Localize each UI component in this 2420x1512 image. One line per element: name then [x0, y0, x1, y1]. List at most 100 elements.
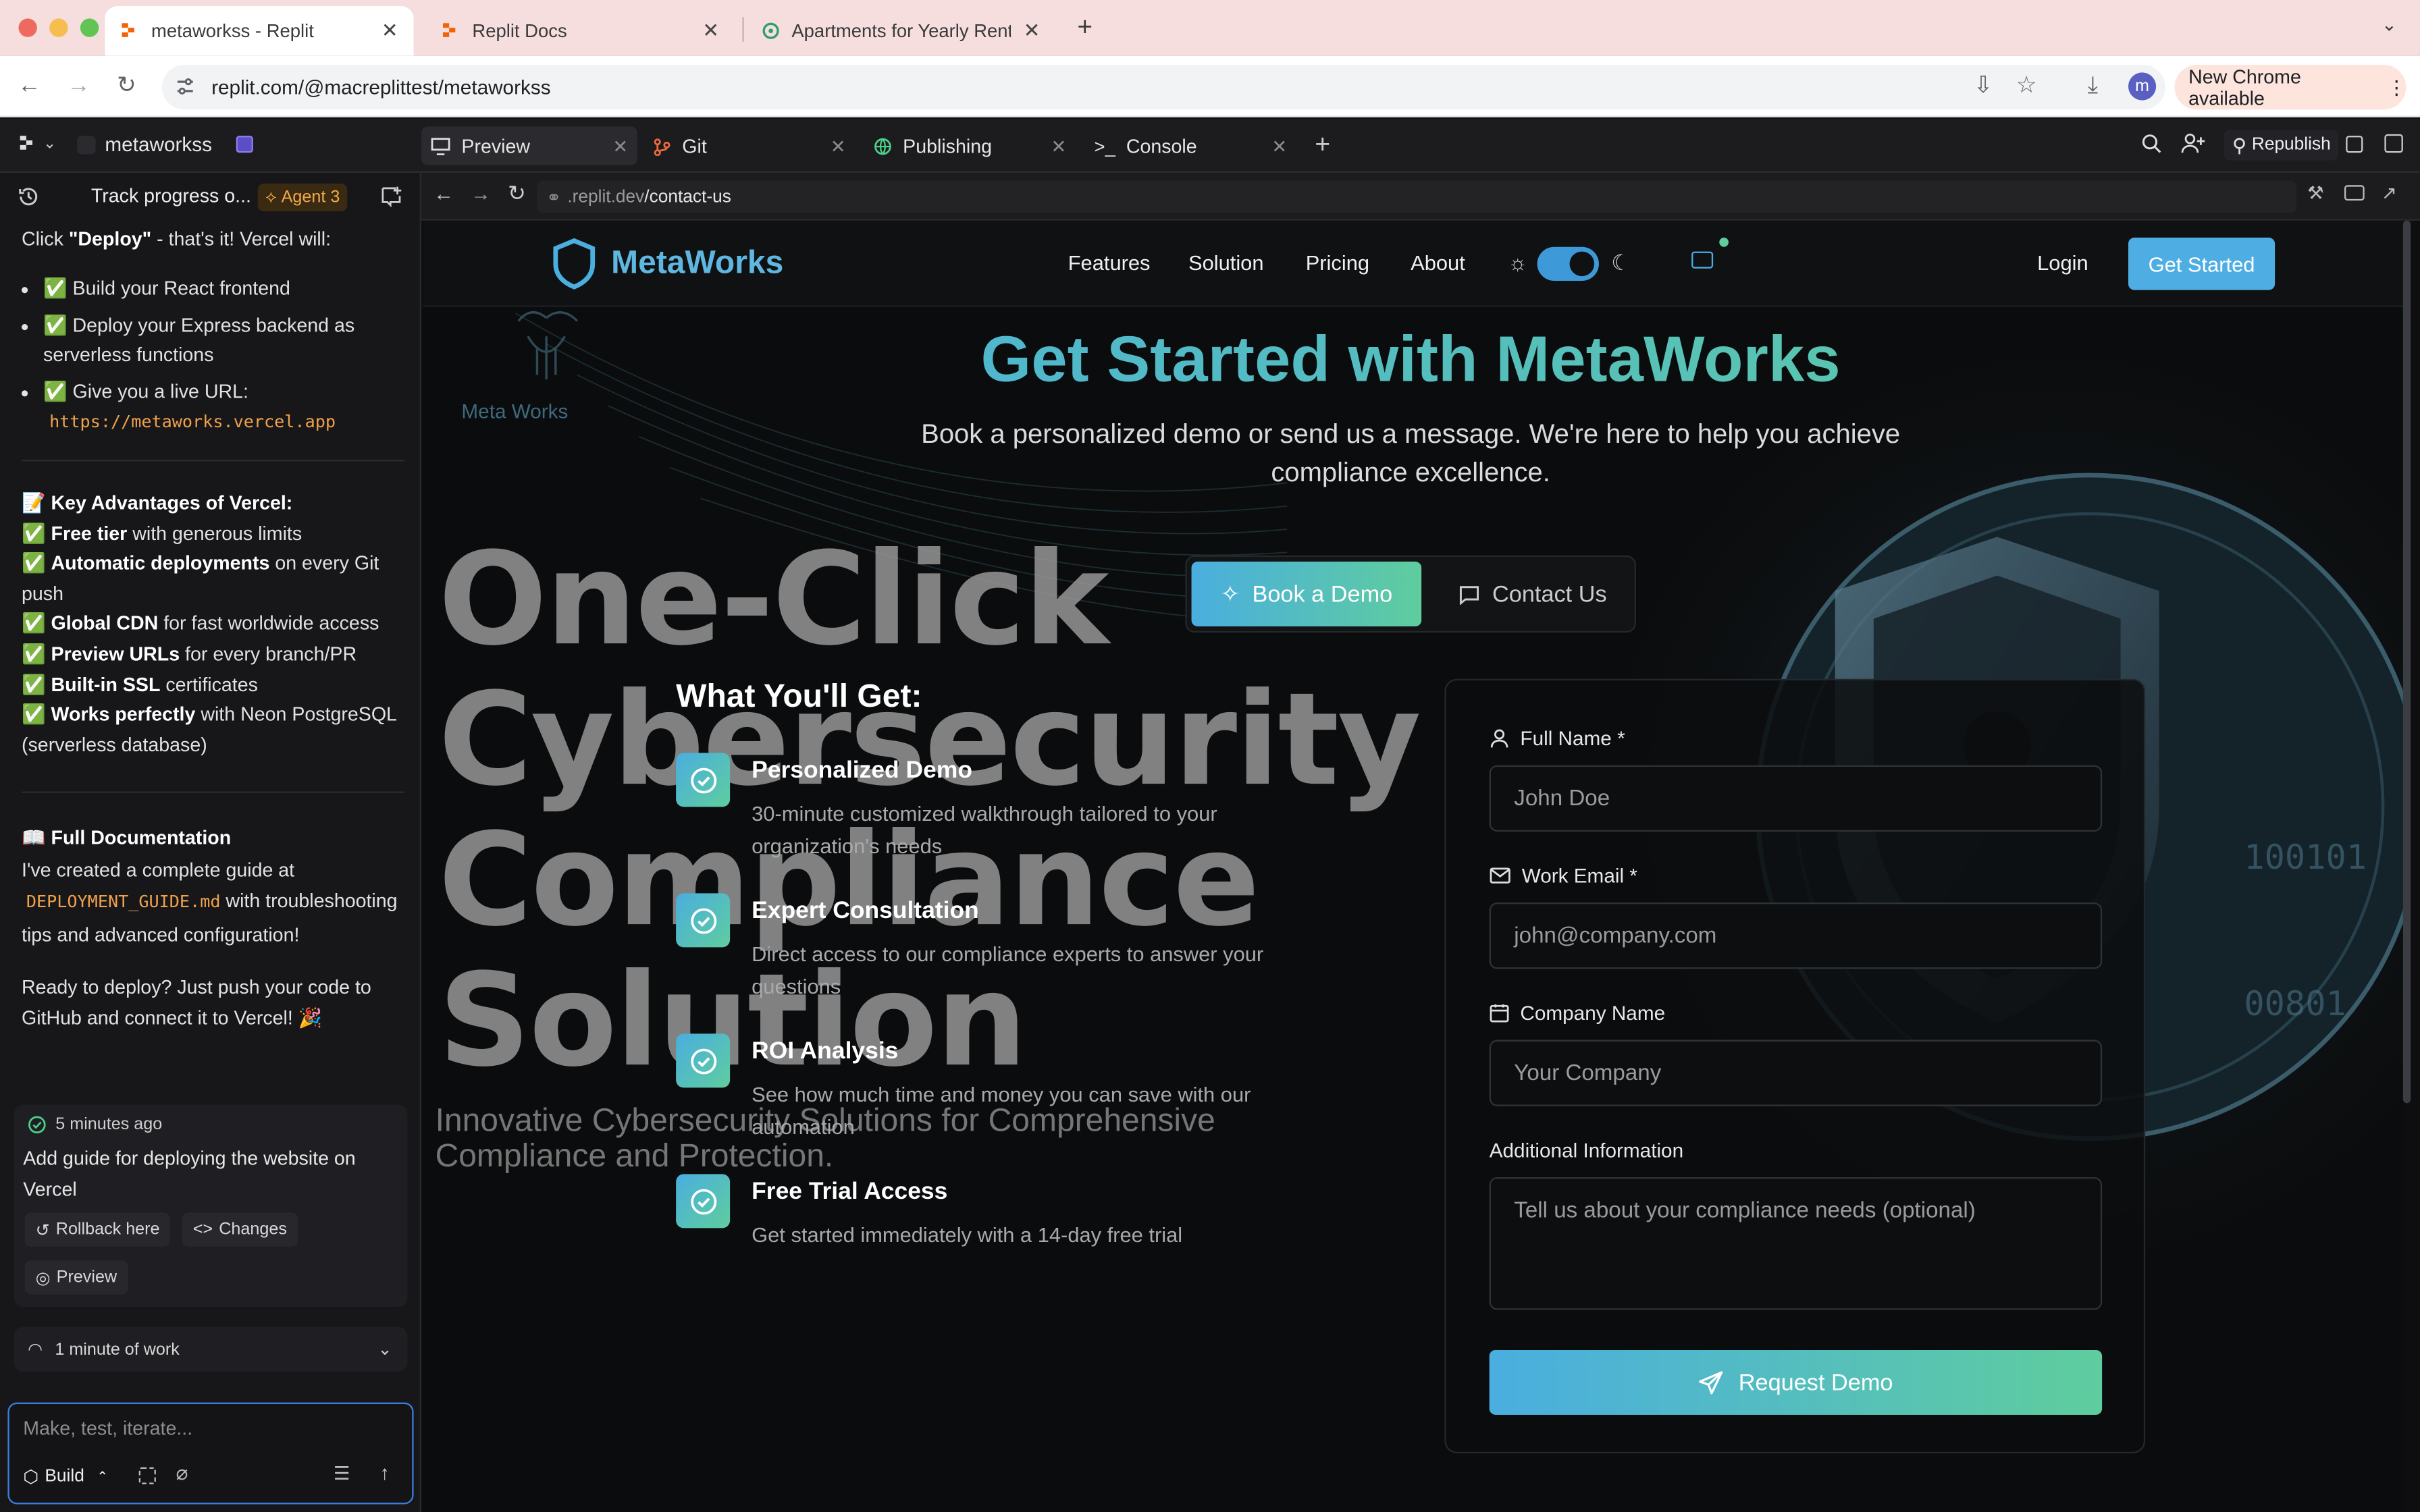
close-tab-icon[interactable]: ✕: [1271, 135, 1287, 157]
company-input[interactable]: Your Company: [1489, 1040, 2103, 1106]
nav-about[interactable]: About: [1411, 252, 1465, 275]
advantage-bold: Free tier: [51, 522, 128, 544]
live-url-label: ✅ Give you a live URL:: [43, 381, 248, 403]
tab-console[interactable]: >_ Console ✕: [1085, 126, 1296, 165]
hero-subtitle: Book a personalized demo or send us a me…: [921, 418, 1901, 487]
zoom-window-button[interactable]: [80, 18, 99, 37]
agent-version-badge[interactable]: ⟡ Agent 3: [257, 183, 348, 212]
sparkle-icon: ✧: [1220, 581, 1240, 608]
site-logo[interactable]: MetaWorks: [552, 238, 783, 290]
changes-button[interactable]: <> Changes: [182, 1212, 298, 1247]
new-chrome-available-button[interactable]: New Chrome available ⋮: [2174, 64, 2406, 110]
install-app-icon[interactable]: ⇩: [1971, 74, 1996, 99]
close-tab-icon[interactable]: ✕: [702, 18, 719, 43]
close-tab-icon[interactable]: ✕: [612, 135, 628, 157]
back-arrow-icon[interactable]: ←: [17, 74, 42, 99]
tab-title: Apartments for Yearly Rent in: [791, 20, 1011, 42]
downloads-icon[interactable]: ⤓: [2080, 74, 2105, 99]
divider: [21, 460, 404, 462]
site-settings-icon[interactable]: [174, 76, 196, 97]
settings-sliders-icon[interactable]: ☰: [334, 1463, 350, 1484]
login-link[interactable]: Login: [2037, 252, 2088, 275]
sidebar-toggle-icon[interactable]: [2384, 134, 2403, 153]
cube-icon: ⬡: [23, 1468, 39, 1488]
tab-title: metaworkss - Replit: [151, 20, 314, 42]
shield-logo-icon: [553, 238, 596, 290]
publishing-globe-icon: [874, 137, 891, 155]
preview-forward-icon[interactable]: →: [471, 182, 491, 205]
email-input[interactable]: john@company.com: [1489, 902, 2103, 969]
device-preview-icon[interactable]: [2344, 185, 2365, 201]
work-summary-row[interactable]: ◠ 1 minute of work ⌄: [14, 1326, 408, 1372]
full-name-input[interactable]: John Doe: [1489, 765, 2103, 832]
select-element-icon[interactable]: [138, 1467, 156, 1484]
check-icon: ✅: [21, 673, 51, 695]
additional-info-textarea[interactable]: Tell us about your compliance needs (opt…: [1489, 1177, 2103, 1310]
nav-pricing[interactable]: Pricing: [1306, 252, 1369, 275]
send-arrow-icon[interactable]: ↑: [379, 1461, 390, 1484]
demo-request-form: Full Name * John Doe Work Email * john@c…: [1444, 678, 2146, 1454]
open-new-tab-icon[interactable]: ↗: [2382, 182, 2397, 204]
replit-menu-button[interactable]: ⌄: [18, 134, 56, 153]
nav-solution[interactable]: Solution: [1188, 252, 1264, 275]
project-selector[interactable]: metaworkss: [77, 132, 254, 156]
rollback-button[interactable]: ↺ Rollback here: [24, 1212, 171, 1247]
search-icon[interactable]: [2140, 133, 2162, 155]
preview-scrollbar[interactable]: [2402, 220, 2411, 1104]
checkpoint-message: Add guide for deploying the website on V…: [23, 1148, 356, 1200]
browser-tab-apartments[interactable]: Apartments for Yearly Rent in ✕: [747, 6, 1055, 55]
theme-toggle[interactable]: [1537, 246, 1599, 281]
history-icon[interactable]: [17, 185, 40, 208]
live-url-code[interactable]: https://metaworks.vercel.app: [49, 412, 336, 433]
prompt-input[interactable]: Make, test, iterate...: [23, 1418, 192, 1440]
check-circle-icon: [676, 893, 731, 948]
preview-reload-icon[interactable]: ↻: [508, 180, 526, 207]
project-name: metaworkss: [105, 132, 212, 156]
close-window-button[interactable]: [18, 18, 37, 37]
new-workspace-tab-plus-icon[interactable]: +: [1315, 130, 1330, 161]
preview-url-field[interactable]: ⚭ .replit.dev/contact-us: [537, 180, 2297, 213]
new-tab-plus-icon[interactable]: +: [1077, 12, 1093, 43]
close-tab-icon[interactable]: ✕: [831, 135, 846, 157]
deploy-bold: "Deploy": [68, 228, 152, 250]
profile-avatar[interactable]: m: [2128, 72, 2157, 101]
tab-git[interactable]: Git ✕: [643, 126, 855, 165]
project-icon: [77, 134, 96, 154]
preview-back-icon[interactable]: ←: [433, 182, 454, 205]
reload-icon[interactable]: ↻: [114, 74, 139, 99]
tab-search-chevron-icon[interactable]: ⌄: [2382, 14, 2397, 36]
minimize-window-button[interactable]: [49, 18, 68, 37]
deploy-bullets: ✅ Build your React frontend ✅ Deploy you…: [22, 275, 404, 438]
checkpoint-preview-button[interactable]: ◎ Preview: [24, 1260, 128, 1295]
get-started-button[interactable]: Get Started: [2128, 237, 2276, 290]
contact-us-tab[interactable]: Contact Us: [1436, 562, 1630, 626]
request-demo-button[interactable]: Request Demo: [1489, 1349, 2103, 1415]
advantage-rest: certificates: [160, 673, 258, 695]
close-tab-icon[interactable]: ✕: [382, 18, 398, 43]
book-demo-tab[interactable]: ✧ Book a Demo: [1191, 561, 1422, 626]
monitor-icon: [431, 137, 450, 155]
close-tab-icon[interactable]: ✕: [1051, 135, 1066, 157]
republish-button[interactable]: Republish: [2224, 129, 2339, 161]
address-bar[interactable]: replit.com/@macreplittest/metaworkss: [161, 64, 2165, 110]
build-mode-selector[interactable]: ⬡ Build ⌃: [23, 1465, 108, 1488]
new-chat-icon[interactable]: [379, 185, 402, 208]
forward-arrow-icon[interactable]: →: [66, 74, 91, 99]
attach-paperclip-icon[interactable]: ⌀: [176, 1461, 188, 1486]
replit-favicon-icon: [122, 23, 134, 37]
invite-user-icon[interactable]: [2181, 133, 2206, 155]
doc-file-code[interactable]: DEPLOYMENT_GUIDE.md: [26, 892, 221, 913]
browser-tab-replit[interactable]: metaworkss - Replit ✕: [105, 6, 414, 56]
devtools-wrench-icon[interactable]: ⚒: [2307, 182, 2324, 204]
chat-title[interactable]: Track progress o...: [91, 185, 251, 207]
check-icon: ✅: [21, 522, 51, 544]
close-tab-icon[interactable]: ✕: [1024, 18, 1041, 43]
nav-features[interactable]: Features: [1068, 252, 1151, 275]
bookmark-star-icon[interactable]: ☆: [2014, 74, 2039, 99]
tab-publishing[interactable]: Publishing ✕: [864, 126, 1076, 165]
browser-tab-replit-docs[interactable]: Replit Docs ✕: [426, 6, 735, 55]
tab-preview[interactable]: Preview ✕: [421, 126, 637, 165]
brand-name: MetaWorks: [611, 245, 784, 281]
chat-widget-icon[interactable]: [1691, 251, 1714, 269]
layout-panel-icon[interactable]: [2346, 136, 2363, 153]
